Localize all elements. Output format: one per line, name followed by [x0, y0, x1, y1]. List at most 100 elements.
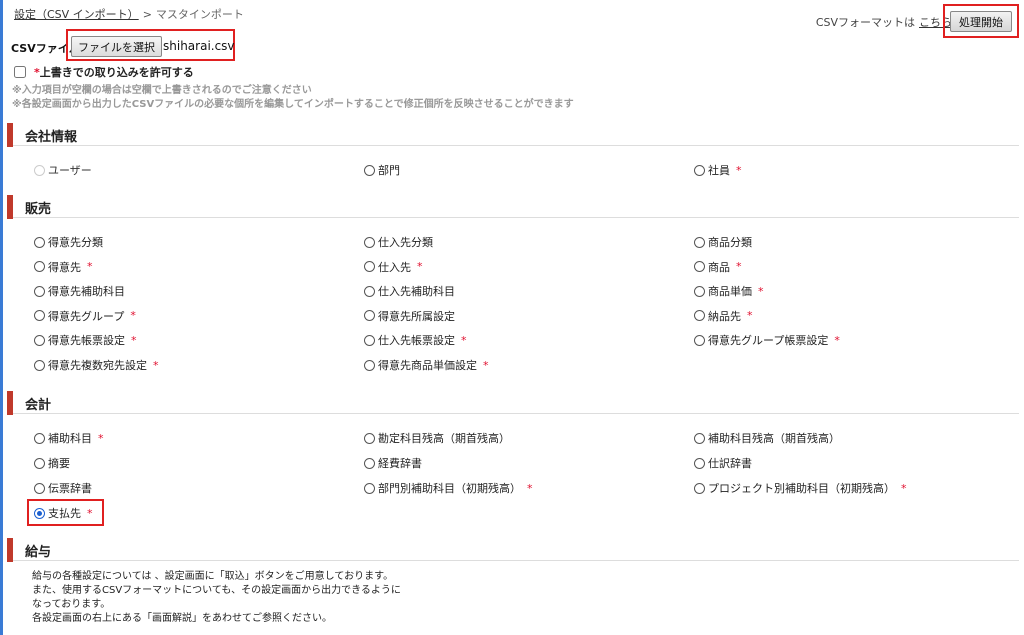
- radio-icon[interactable]: [694, 334, 705, 346]
- radio-option-label: 補助科目残高（期首残高）: [708, 432, 840, 445]
- radio-icon[interactable]: [34, 457, 45, 469]
- radio-option-sales-7[interactable]: 仕入先補助科目: [364, 283, 455, 299]
- radio-icon[interactable]: [694, 457, 705, 469]
- radio-option-accounting-2[interactable]: 補助科目残高（期首残高）: [694, 430, 840, 446]
- radio-icon: [34, 164, 45, 176]
- radio-option-sales-16[interactable]: 得意先商品単価設定 *: [364, 357, 489, 373]
- payroll-line: 各設定画面の右上にある「画面解説」をあわせてご参照ください。: [32, 613, 332, 624]
- radio-option-label: 仕入先帳票設定: [378, 334, 455, 348]
- radio-icon[interactable]: [364, 334, 375, 346]
- required-mark: *: [736, 260, 742, 274]
- radio-icon[interactable]: [694, 285, 705, 297]
- radio-icon[interactable]: [34, 236, 45, 248]
- required-mark: *: [747, 309, 753, 323]
- radio-option-sales-3[interactable]: 得意先 *: [34, 259, 93, 275]
- overwrite-checkbox[interactable]: [14, 66, 26, 78]
- section-title-company: 会社情報: [25, 130, 78, 145]
- radio-option-label: 部門: [378, 164, 400, 177]
- radio-icon[interactable]: [364, 285, 375, 297]
- radio-option-label: 仕訳辞書: [708, 457, 752, 470]
- radio-option-accounting-6[interactable]: 伝票辞書: [34, 480, 92, 496]
- section-title-sales: 販売: [25, 202, 52, 217]
- note-blank-overwrite: ※入力項目が空欄の場合は空欄で上書きされるのでご注意ください: [12, 85, 312, 96]
- radio-icon[interactable]: [694, 310, 705, 322]
- radio-icon[interactable]: [34, 482, 45, 494]
- radio-icon[interactable]: [34, 334, 45, 346]
- section-company: 会社情報: [7, 122, 1019, 147]
- radio-option-label: 仕入先補助科目: [378, 285, 455, 299]
- required-mark: *: [736, 163, 742, 177]
- radio-option-sales-5[interactable]: 商品 *: [694, 259, 742, 275]
- radio-icon[interactable]: [34, 359, 45, 371]
- radio-option-accounting-1[interactable]: 勘定科目残高（期首残高）: [364, 430, 510, 446]
- radio-option-accounting-3[interactable]: 摘要: [34, 455, 70, 471]
- radio-option-sales-13[interactable]: 仕入先帳票設定 *: [364, 332, 467, 348]
- run-button-highlight: 処理開始: [943, 4, 1019, 38]
- radio-option-sales-15[interactable]: 得意先複数宛先設定 *: [34, 357, 159, 373]
- radio-option-sales-9[interactable]: 得意先グループ *: [34, 308, 136, 324]
- radio-option-sales-12[interactable]: 得意先帳票設定 *: [34, 332, 137, 348]
- radio-option-accounting-7[interactable]: 部門別補助科目（初期残高） *: [364, 480, 533, 496]
- radio-option-label: 得意先: [48, 260, 81, 274]
- radio-option-accounting-0[interactable]: 補助科目 *: [34, 430, 104, 446]
- section-accounting: 会計: [7, 390, 1019, 415]
- radio-option-sales-10[interactable]: 得意先所属設定: [364, 308, 455, 324]
- left-accent-bar: [0, 0, 3, 635]
- radio-icon[interactable]: [364, 164, 375, 176]
- radio-icon[interactable]: [364, 236, 375, 248]
- radio-icon[interactable]: [694, 261, 705, 273]
- radio-icon[interactable]: [34, 285, 45, 297]
- radio-icon[interactable]: [364, 432, 375, 444]
- radio-icon[interactable]: [364, 359, 375, 371]
- radio-option-sales-1[interactable]: 仕入先分類: [364, 234, 433, 250]
- required-mark: *: [417, 260, 423, 274]
- radio-option-label: 得意先グループ帳票設定: [708, 334, 829, 348]
- radio-option-sales-6[interactable]: 得意先補助科目: [34, 283, 125, 299]
- radio-option-accounting-4[interactable]: 経費辞書: [364, 455, 422, 471]
- radio-icon[interactable]: [34, 432, 45, 444]
- radio-icon[interactable]: [694, 432, 705, 444]
- required-mark: *: [461, 333, 467, 347]
- required-mark: *: [130, 309, 136, 323]
- radio-option-label: 経費辞書: [378, 457, 422, 470]
- radio-option-sales-8[interactable]: 商品単価 *: [694, 283, 764, 299]
- radio-icon[interactable]: [364, 261, 375, 273]
- breadcrumb-separator: >: [142, 8, 152, 21]
- choose-file-button[interactable]: ファイルを選択: [71, 36, 162, 57]
- radio-option-company-1[interactable]: 部門: [364, 162, 400, 178]
- radio-icon[interactable]: [34, 310, 45, 322]
- radio-option-sales-4[interactable]: 仕入先 *: [364, 259, 423, 275]
- radio-icon[interactable]: [364, 482, 375, 494]
- radio-option-accounting-8[interactable]: プロジェクト別補助科目（初期残高） *: [694, 480, 907, 496]
- selected-file-name: shiharai.csv: [163, 39, 235, 53]
- radio-option-sales-2[interactable]: 商品分類: [694, 234, 752, 250]
- payroll-line: また、使用するCSVフォーマットについても、その設定画面から出力できるように: [32, 585, 401, 596]
- radio-icon[interactable]: [694, 164, 705, 176]
- required-mark: *: [834, 333, 840, 347]
- required-mark: *: [483, 358, 489, 372]
- radio-option-accounting-5[interactable]: 仕訳辞書: [694, 455, 752, 471]
- radio-option-sales-14[interactable]: 得意先グループ帳票設定 *: [694, 332, 840, 348]
- overwrite-option[interactable]: * 上書きでの取り込みを許可する: [14, 64, 194, 80]
- required-mark: *: [98, 431, 104, 445]
- radio-option-label: 伝票辞書: [48, 482, 92, 495]
- radio-option-label: 得意先複数宛先設定: [48, 359, 147, 372]
- radio-option-sales-11[interactable]: 納品先 *: [694, 308, 753, 324]
- radio-option-accounting-9[interactable]: 支払先 *: [34, 505, 93, 521]
- radio-icon[interactable]: [34, 261, 45, 273]
- run-button[interactable]: 処理開始: [950, 11, 1012, 32]
- section-sales: 販売: [7, 194, 1019, 219]
- radio-icon[interactable]: [364, 457, 375, 469]
- radio-checked-icon[interactable]: [34, 507, 45, 519]
- required-mark: *: [527, 481, 533, 495]
- radio-option-label: 社員: [708, 164, 730, 177]
- radio-icon[interactable]: [694, 236, 705, 248]
- breadcrumb: 設定（CSV インポート） > マスタインポート: [14, 6, 244, 22]
- radio-icon[interactable]: [694, 482, 705, 494]
- section-bar: [7, 391, 13, 415]
- breadcrumb-link-csv-import[interactable]: 設定（CSV インポート）: [14, 8, 139, 21]
- radio-option-label: 勘定科目残高（期首残高）: [378, 432, 510, 445]
- radio-icon[interactable]: [364, 310, 375, 322]
- radio-option-sales-0[interactable]: 得意先分類: [34, 234, 103, 250]
- radio-option-company-2[interactable]: 社員 *: [694, 162, 742, 178]
